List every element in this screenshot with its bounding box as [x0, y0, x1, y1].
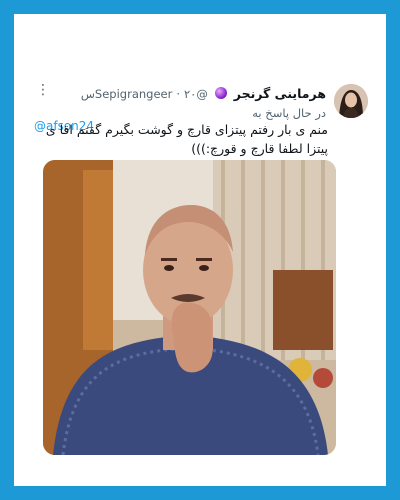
more-icon[interactable]: ⋮ [36, 82, 51, 98]
display-name[interactable]: هرماینی گرنجر [234, 86, 326, 101]
reply-prefix: در حال پاسخ به [252, 106, 326, 120]
user-avatar[interactable] [334, 84, 368, 118]
avatar-image [334, 84, 368, 118]
photo-image [43, 160, 336, 455]
tweet-card[interactable]: هرماینی گرنجر @Sepigrangeer · ۲۰س ⋮ در ح… [14, 14, 386, 486]
separator-dot: · [176, 87, 180, 101]
tweet-photo[interactable] [43, 160, 336, 455]
tweet-text: منم ی بار رفتم پیتزای قارچ و گوشت بگیرم … [45, 122, 328, 156]
screenshot-frame: هرماینی گرنجر @Sepigrangeer · ۲۰س ⋮ در ح… [14, 14, 386, 486]
purple-orb-icon [214, 87, 227, 99]
tweet-header: هرماینی گرنجر @Sepigrangeer · ۲۰س [34, 85, 326, 103]
